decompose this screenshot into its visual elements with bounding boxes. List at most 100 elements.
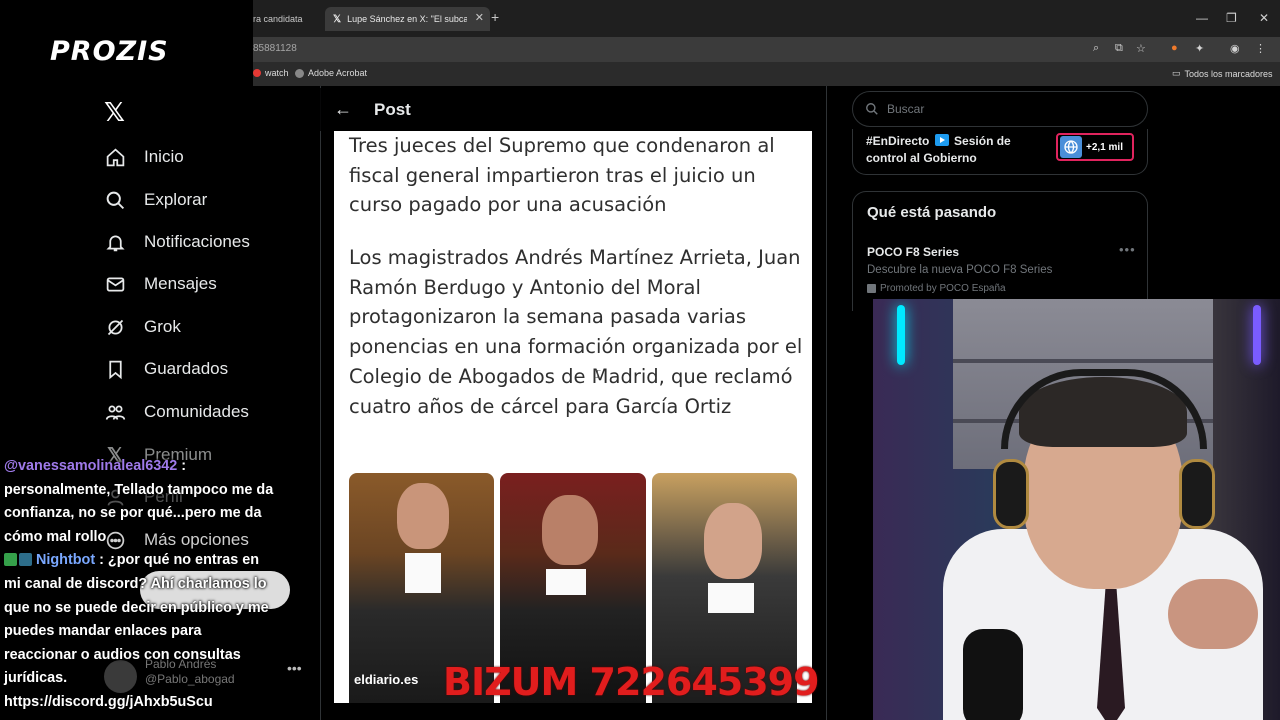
minimize-icon[interactable]: — (1196, 11, 1208, 25)
nav-grok[interactable]: Grok (104, 316, 181, 338)
nav-label: Notificaciones (144, 232, 250, 251)
nav-explore[interactable]: Explorar (104, 189, 207, 211)
chat-overlay: @vanessamolinaleal6342 : personalmente, … (4, 455, 304, 715)
all-bookmarks[interactable]: ▭ Todos los marcadores (1172, 68, 1273, 79)
menu-icon[interactable]: ⋮ (1255, 42, 1266, 55)
tab-title: Lupe Sánchez en X: "El subcamp (347, 14, 468, 24)
browser-tab-strip: ra candidata ✕ 𝕏 Lupe Sánchez en X: "El … (253, 0, 1280, 37)
chat-text: confianza, no se por qué...pero me da (4, 505, 262, 522)
chat-text: reaccionar o audios con consultas (4, 646, 241, 663)
nav-label: Explorar (144, 190, 208, 209)
neon-light (897, 305, 905, 365)
chat-text: puedes mandar enlaces para (4, 623, 202, 640)
trend-name[interactable]: POCO F8 Series (867, 245, 959, 259)
viewer-count: +2,1 mil (1086, 141, 1123, 153)
browser-tab[interactable]: ra candidata ✕ (253, 7, 335, 31)
grok-icon (104, 316, 126, 338)
column-divider (320, 86, 321, 720)
profile-icon[interactable]: ◉ (1230, 42, 1240, 55)
photo-source: eldiario.es (354, 672, 419, 687)
chat-message: @vanessamolinaleal6342 : (4, 458, 187, 474)
post-header: ← Post (320, 88, 826, 131)
nav-home[interactable]: Inicio (104, 146, 184, 168)
chat-text: jurídicas. (4, 670, 68, 687)
nav-label: Inicio (144, 147, 184, 166)
bookmark-favicon-icon (295, 68, 304, 78)
trends-panel: Qué está pasando POCO F8 Series Descubre… (852, 191, 1148, 311)
article-headline: Tres jueces del Supremo que condenaron a… (349, 134, 775, 216)
extension-icon[interactable]: ● (1171, 42, 1178, 54)
puzzle-icon[interactable]: ✦ (1195, 42, 1204, 55)
url-text[interactable]: 85881128 (253, 43, 297, 54)
bookmark-adobe[interactable]: Adobe Acrobat (295, 68, 367, 78)
promoted-label: Promoted by POCO España (867, 283, 1006, 294)
article-body: Los magistrados Andrés Martínez Arrieta,… (349, 246, 803, 418)
nav-label: Comunidades (144, 402, 249, 421)
chat-username: @vanessamolinaleal6342 (4, 458, 178, 474)
nav-label: Grok (144, 317, 181, 336)
search-icon (104, 189, 126, 211)
home-icon (104, 146, 126, 168)
more-dots-icon[interactable]: ••• (1119, 242, 1136, 257)
address-bar[interactable]: 85881128 ⌕ ⧉ ☆ ● ✦ ◉ ⋮ (253, 37, 1280, 62)
prozis-logo: PROZIS (50, 36, 169, 67)
restore-icon[interactable]: ❐ (1226, 11, 1237, 25)
bookmarks-bar: watch Adobe Acrobat ▭ Todos los marcador… (253, 62, 1280, 86)
bookmark-favicon-icon (253, 69, 261, 77)
microphone (963, 629, 1023, 720)
trends-title: Qué está pasando (867, 204, 997, 221)
mail-icon (104, 273, 126, 295)
x-logo-icon[interactable]: 𝕏 (104, 98, 125, 128)
back-arrow-icon[interactable]: ← (334, 99, 352, 120)
bookmark-watch[interactable]: watch (253, 68, 289, 78)
chat-username: Nightbot (36, 552, 96, 569)
browser-tab-active[interactable]: 𝕏 Lupe Sánchez en X: "El subcamp ✕ (325, 7, 490, 31)
play-icon (934, 134, 949, 146)
neon-light (1253, 305, 1261, 365)
nav-notifications[interactable]: Notificaciones (104, 231, 250, 253)
install-icon[interactable]: ⧉ (1115, 42, 1123, 55)
hand (1168, 579, 1258, 649)
headphone-cup (993, 459, 1029, 529)
webcam-feed (873, 299, 1280, 720)
bizum-overlay: BIZUM 722645399 (443, 660, 820, 704)
live-viewers-badge: +2,1 mil (1056, 133, 1134, 161)
live-event-card[interactable]: #EnDirecto Sesión de control al Gobierno… (852, 129, 1148, 175)
nav-label: Mensajes (144, 274, 217, 293)
close-window-icon[interactable]: ✕ (1259, 11, 1269, 25)
chat-message: Nightbot : ¿por qué no entras en (4, 549, 304, 573)
nav-messages[interactable]: Mensajes (104, 273, 217, 295)
search-icon (866, 103, 878, 115)
search-placeholder: Buscar (887, 102, 925, 116)
moderator-badge-icon (4, 553, 17, 567)
shelf-line (953, 359, 1213, 363)
tab-title: ra candidata (253, 14, 303, 24)
chat-text: mi canal de discord? Ahí charlamos lo (4, 575, 267, 592)
nav-label: Guardados (144, 359, 229, 378)
chat-text: cómo mal rollo (4, 528, 107, 545)
nav-communities[interactable]: Comunidades (104, 401, 249, 423)
x-favicon-icon: 𝕏 (333, 13, 342, 25)
zoom-icon[interactable]: ⌕ (1093, 42, 1099, 55)
chat-text: personalmente, Tellado tampoco me da (4, 481, 274, 498)
live-event-title: #EnDirecto Sesión de control al Gobierno (866, 134, 1011, 165)
chat-text: que no se puede decir en público y me (4, 599, 269, 616)
globe-icon (1060, 136, 1082, 158)
page-title: Post (374, 99, 411, 119)
new-tab-icon[interactable]: + (491, 9, 499, 25)
bot-badge-icon (19, 553, 32, 567)
search-input[interactable]: Buscar (852, 91, 1148, 127)
folder-icon: ▭ (1172, 68, 1181, 78)
people-icon (104, 401, 126, 423)
chat-link: https://discord.gg/jAhxb5uScu (4, 693, 213, 710)
headphone-cup (1179, 459, 1215, 529)
article-image[interactable]: Tres jueces del Supremo que condenaron a… (334, 131, 812, 703)
bell-icon (104, 231, 126, 253)
ad-icon (867, 284, 876, 293)
bookmark-icon (104, 358, 126, 380)
close-tab-icon[interactable]: ✕ (475, 11, 484, 24)
trend-description: Descubre la nueva POCO F8 Series (867, 264, 1053, 276)
nav-bookmarks[interactable]: Guardados (104, 358, 228, 380)
column-divider (826, 86, 827, 720)
star-icon[interactable]: ☆ (1136, 42, 1146, 55)
